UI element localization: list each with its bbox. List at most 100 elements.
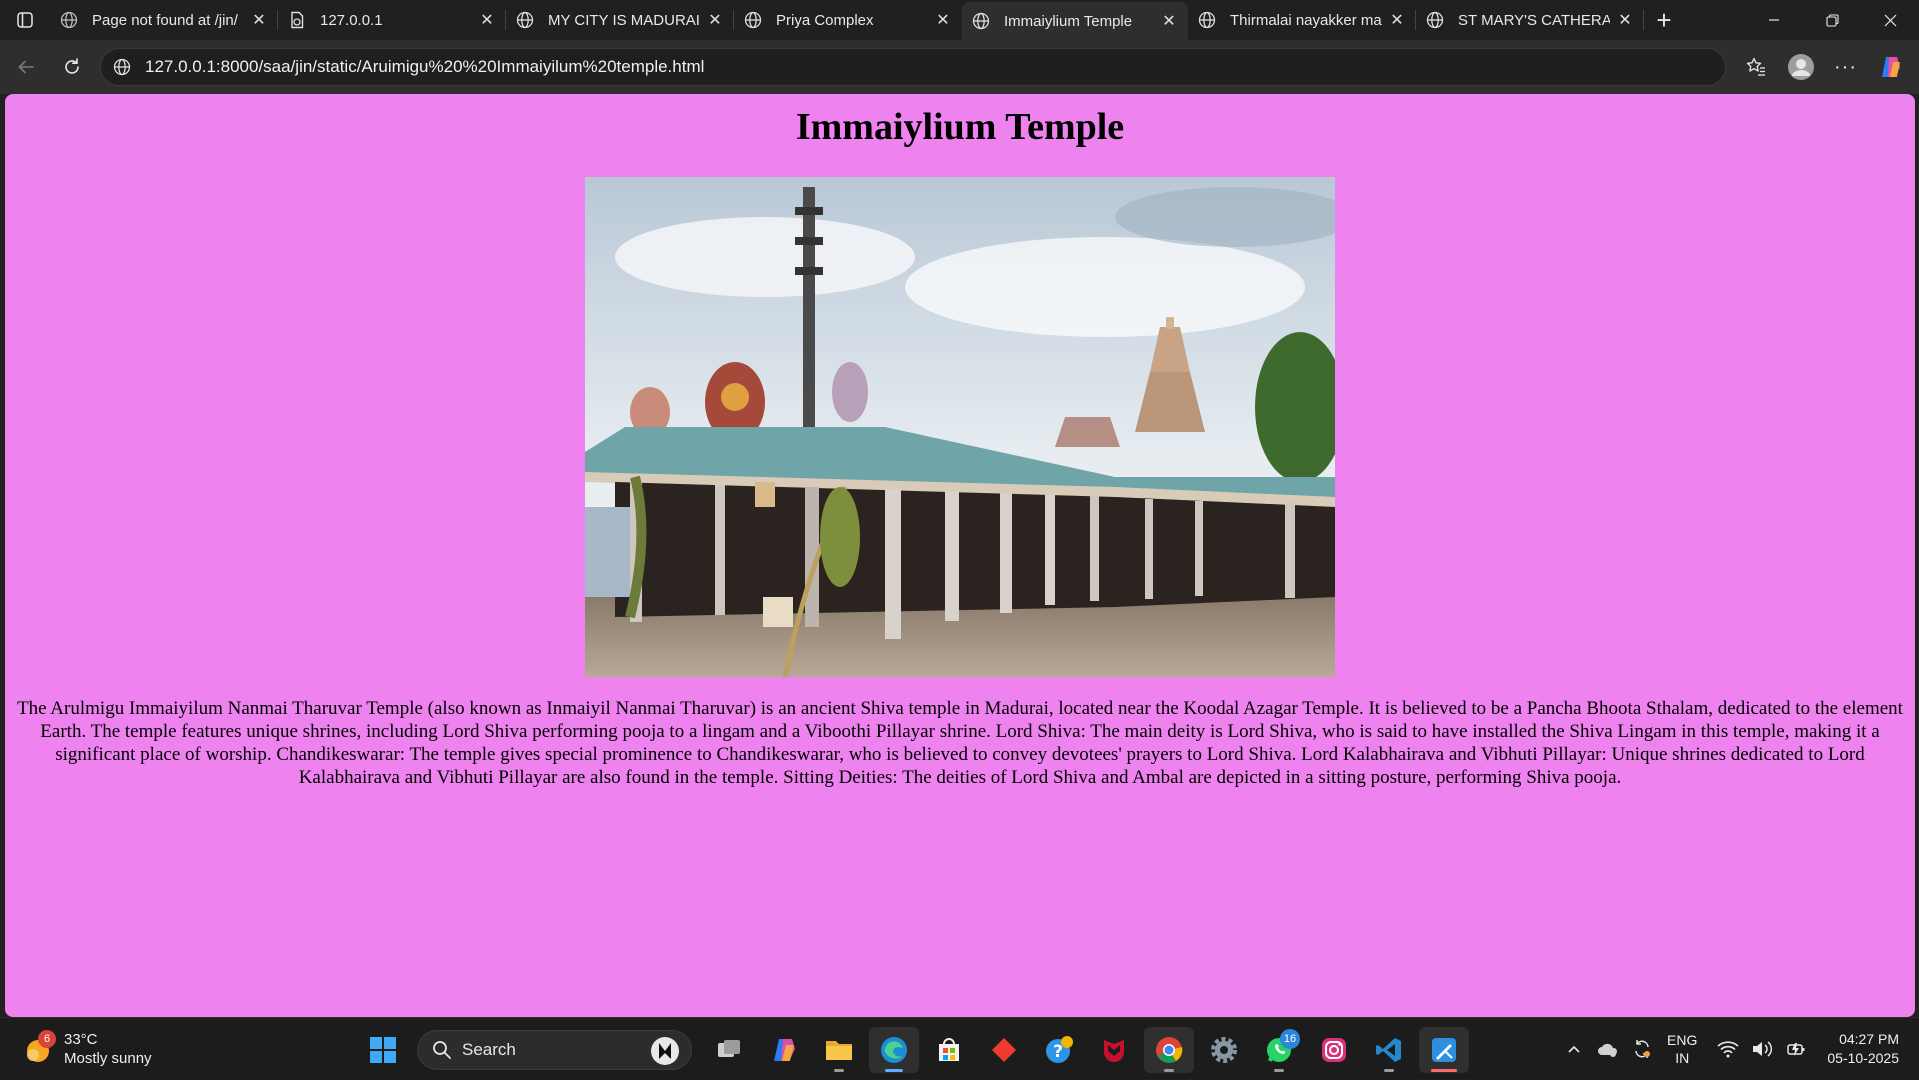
speaker-icon	[1753, 1041, 1773, 1057]
windows-logo-icon	[370, 1037, 396, 1063]
vscode-button[interactable]	[1364, 1027, 1414, 1073]
red-diamond-app-button[interactable]	[979, 1027, 1029, 1073]
file-explorer-button[interactable]	[814, 1027, 864, 1073]
restore-button[interactable]	[1803, 0, 1861, 40]
whatsapp-button[interactable]: 16	[1254, 1027, 1304, 1073]
help-app-button[interactable]: ?	[1034, 1027, 1084, 1073]
toolbar-right: ···	[1733, 40, 1919, 94]
weather-condition: Mostly sunny	[64, 1050, 152, 1067]
store-button[interactable]	[924, 1027, 974, 1073]
close-tab-icon[interactable]: ✕	[706, 11, 724, 29]
browser-toolbar: 127.0.0.1:8000/saa/jin/static/Aruimigu%2…	[0, 40, 1919, 94]
wifi-icon	[1717, 1041, 1739, 1058]
close-tab-icon[interactable]: ✕	[1388, 11, 1406, 29]
close-tab-icon[interactable]: ✕	[250, 11, 268, 29]
globe-icon	[972, 12, 990, 30]
svg-text:?: ?	[1053, 1042, 1063, 1062]
language-code: ENG	[1667, 1032, 1698, 1048]
red-diamond-icon	[992, 1038, 1016, 1062]
tab-localhost[interactable]: 127.0.0.1 ✕	[278, 0, 506, 40]
sync-icon	[1635, 1040, 1651, 1058]
copilot-app-icon	[774, 1039, 795, 1061]
tab-immaiylium-temple[interactable]: Immaiylium Temple ✕	[962, 2, 1188, 40]
settings-more-button[interactable]: ···	[1823, 44, 1868, 90]
onedrive-button[interactable]	[1591, 1032, 1625, 1066]
minimize-icon	[1769, 19, 1779, 21]
globe-icon	[60, 11, 78, 29]
tab-title: Priya Complex	[776, 11, 874, 29]
close-tab-icon[interactable]: ✕	[934, 11, 952, 29]
tab-priya-complex[interactable]: Priya Complex ✕	[734, 0, 962, 40]
window-controls	[1745, 0, 1919, 40]
page-title: Immaiylium Temple	[795, 106, 1125, 148]
chrome-button[interactable]	[1144, 1027, 1194, 1073]
tab-my-city-madurai[interactable]: MY CITY IS MADURAI ✕	[506, 0, 734, 40]
new-tab-button[interactable]: +	[1644, 0, 1684, 40]
edge-button[interactable]	[869, 1027, 919, 1073]
settings-app-button[interactable]	[1199, 1027, 1249, 1073]
running-indicator	[1384, 1069, 1394, 1072]
show-hidden-icons-button[interactable]	[1557, 1032, 1591, 1066]
globe-icon	[1426, 11, 1444, 29]
page-viewport: Immaiylium Temple The Arulmigu Immaiyilu…	[5, 94, 1915, 1017]
plus-icon: +	[1656, 4, 1672, 35]
address-bar[interactable]: 127.0.0.1:8000/saa/jin/static/Aruimigu%2…	[100, 48, 1726, 86]
close-tab-icon[interactable]: ✕	[478, 11, 496, 29]
weather-badge: 6	[38, 1030, 56, 1048]
copilot-app-button[interactable]	[759, 1027, 809, 1073]
weather-sun-icon: 6	[24, 1030, 56, 1064]
search-label: Search	[462, 1040, 516, 1059]
wifi-button[interactable]	[1711, 1032, 1745, 1066]
close-window-button[interactable]	[1861, 0, 1919, 40]
more-dots-icon: ···	[1834, 55, 1857, 78]
tab-st-marys-catheral[interactable]: ST MARY'S CATHERAL ✕	[1416, 0, 1644, 40]
favorites-button[interactable]	[1733, 44, 1778, 90]
taskbar-apps: Search ? 16	[358, 1027, 1474, 1073]
profile-button[interactable]	[1778, 44, 1823, 90]
close-tab-icon[interactable]: ✕	[1616, 11, 1634, 29]
windows-taskbar: 6 33°C Mostly sunny Search ? 16 ENG IN 0…	[0, 1017, 1919, 1079]
url-text[interactable]: 127.0.0.1:8000/saa/jin/static/Aruimigu%2…	[145, 57, 704, 77]
running-indicator	[1164, 1069, 1174, 1072]
running-indicator	[1431, 1069, 1457, 1072]
volume-button[interactable]	[1745, 1032, 1779, 1066]
search-icon	[433, 1041, 451, 1059]
site-info-globe-icon[interactable]	[111, 56, 133, 78]
copilot-icon	[1881, 57, 1900, 77]
store-icon	[939, 1038, 959, 1061]
mcafee-button[interactable]	[1089, 1027, 1139, 1073]
temple-description: The Arulmigu Immaiyilum Nanmai Tharuvar …	[17, 698, 1903, 788]
tab-page-not-found[interactable]: Page not found at /jin/ ✕	[50, 0, 278, 40]
tab-thirmalai-nayakker[interactable]: Thirmalai nayakker ma ✕	[1188, 0, 1416, 40]
pinned-app-button[interactable]	[1419, 1027, 1469, 1073]
instagram-button[interactable]	[1309, 1027, 1359, 1073]
globe-icon	[1198, 11, 1216, 29]
task-view-button[interactable]	[704, 1027, 754, 1073]
chevron-up-icon	[1568, 1045, 1580, 1053]
running-indicator	[885, 1069, 903, 1072]
copilot-button[interactable]	[1868, 44, 1913, 90]
mcafee-shield-icon	[1104, 1040, 1124, 1062]
battery-button[interactable]	[1779, 1032, 1813, 1066]
refresh-button[interactable]	[49, 44, 95, 90]
close-tab-icon[interactable]: ✕	[1160, 12, 1178, 30]
language-indicator[interactable]: ENG IN	[1667, 1031, 1697, 1067]
tab-strip: Page not found at /jin/ ✕ 127.0.0.1 ✕ MY…	[0, 0, 1919, 40]
back-button[interactable]	[3, 44, 49, 90]
tab-actions-button[interactable]	[0, 0, 50, 40]
restore-icon	[1825, 13, 1839, 27]
task-view-icon	[718, 1040, 740, 1057]
instagram-icon	[1322, 1038, 1346, 1062]
minimize-button[interactable]	[1745, 0, 1803, 40]
favorites-star-icon	[1746, 57, 1765, 76]
region-code: IN	[1675, 1050, 1690, 1066]
tab-title: 127.0.0.1	[320, 11, 383, 29]
cloud-icon	[1598, 1043, 1618, 1057]
vscode-icon	[1376, 1038, 1401, 1062]
sync-button[interactable]	[1625, 1032, 1659, 1066]
taskbar-search[interactable]: Search	[417, 1030, 692, 1070]
weather-widget[interactable]: 6 33°C Mostly sunny	[24, 1030, 152, 1068]
start-button[interactable]	[358, 1027, 408, 1073]
clock[interactable]: 04:27 PM 05-10-2025	[1827, 1030, 1899, 1068]
weather-temperature: 33°C	[64, 1031, 98, 1048]
